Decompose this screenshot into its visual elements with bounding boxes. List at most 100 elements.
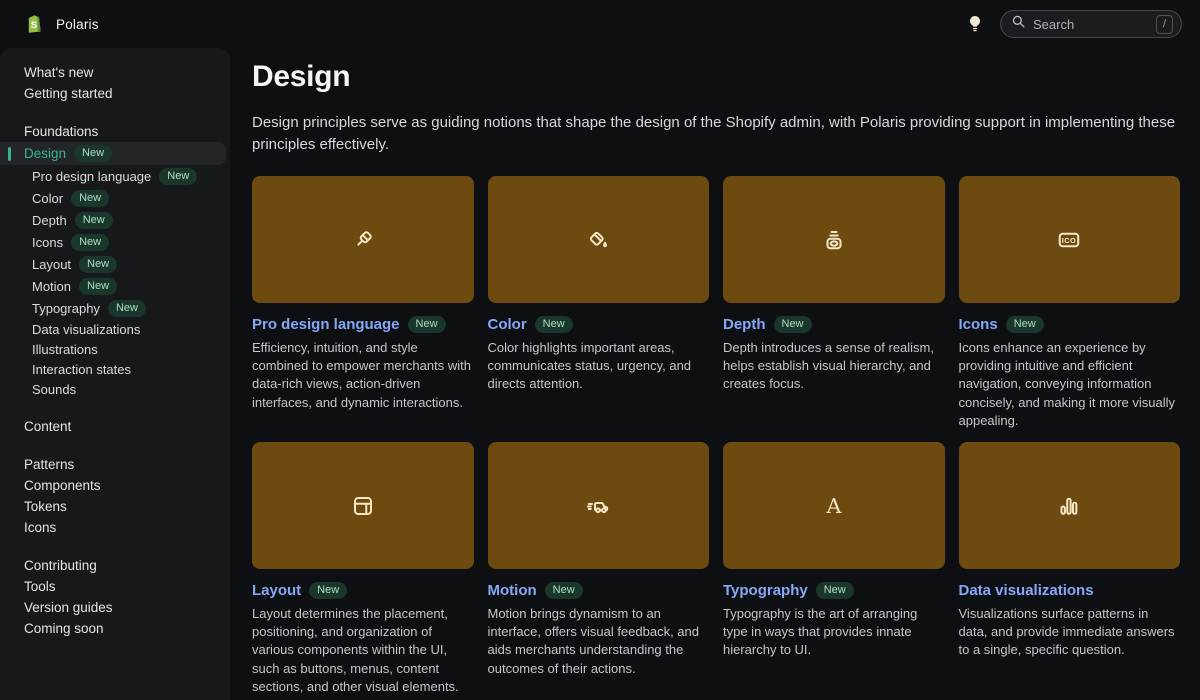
brand-name: Polaris [56,17,99,32]
new-badge: New [71,190,109,207]
sidebar-item-icons[interactable]: IconsNew [0,231,230,253]
card-data-visualizations: Data visualizationsVisualizations surfac… [959,442,1181,696]
card-title-row: Depth New [723,316,945,333]
new-badge: New [159,168,197,185]
card-link-pro-design-language[interactable]: Pro design language [252,316,400,333]
card-thumbnail-data-visualizations[interactable] [959,442,1181,569]
card-thumbnail-icons[interactable]: ICO [959,176,1181,303]
sidebar-item-label: Illustrations [32,342,98,357]
new-badge: New [75,212,113,229]
sidebar-item-label: Contributing [24,558,97,573]
card-description: Efficiency, intuition, and style combine… [252,339,474,412]
card-link-depth[interactable]: Depth [723,316,766,333]
sidebar-item-what-s-new[interactable]: What's new [0,62,230,83]
sidebar-item-label: Tokens [24,499,67,514]
sidebar-item-label: Color [32,191,63,206]
new-badge: New [774,316,812,333]
new-badge: New [816,582,854,599]
sidebar-item-contributing[interactable]: Contributing [0,555,230,576]
theme-toggle-lightbulb-icon[interactable] [968,15,982,33]
sidebar-item-label: Typography [32,301,100,316]
card-title-row: Layout New [252,582,474,599]
sidebar-item-label: Tools [24,579,56,594]
card-layout: LayoutNewLayout determines the placement… [252,442,474,696]
sidebar-item-label: Foundations [24,124,98,139]
paint-bucket-icon [583,225,613,255]
sidebar-item-tools[interactable]: Tools [0,576,230,597]
letter-a-icon: A [819,491,849,521]
search-box[interactable]: / [1000,10,1182,38]
card-thumbnail-pro-design-language[interactable] [252,176,474,303]
brand[interactable]: S Polaris [24,12,99,36]
search-icon [1011,14,1026,34]
card-title-row: ColorNew [488,316,710,333]
card-thumbnail-motion[interactable] [488,442,710,569]
sidebar-item-content[interactable]: Content [0,416,230,437]
sidebar-item-color[interactable]: Color New [0,187,230,209]
card-link-icons[interactable]: Icons [959,316,998,333]
card-title-row: Motion New [488,582,710,599]
card-thumbnail-typography[interactable]: A [723,442,945,569]
card-motion: Motion New Motion brings dynamism to an in… [488,442,710,696]
sidebar-item-motion[interactable]: MotionNew [0,275,230,297]
new-badge: New [1006,316,1044,333]
sidebar-item-label: Data visualizations [32,322,140,337]
svg-text:ICO: ICO [1062,236,1076,245]
layers-icon [819,225,849,255]
card-thumbnail-color[interactable] [488,176,710,303]
sidebar-item-version-guides[interactable]: Version guides [0,597,230,618]
card-link-data-visualizations[interactable]: Data visualizations [959,582,1094,599]
sidebar-item-label: Content [24,419,71,434]
sidebar-item-patterns[interactable]: Patterns [0,454,230,475]
layout-template-icon [348,491,378,521]
sidebar-item-components[interactable]: Components [0,475,230,496]
sidebar-item-tokens[interactable]: Tokens [0,496,230,517]
sidebar-item-sounds[interactable]: Sounds [0,379,230,399]
card-title-row: Icons New [959,316,1181,333]
new-badge: New [309,582,347,599]
card-title-row: Data visualizations [959,582,1181,599]
card-depth: Depth New Depth introduces a sense of real… [723,176,945,430]
card-color: ColorNewColor highlights important areas… [488,176,710,430]
sidebar-item-foundations[interactable]: Foundations [0,121,230,142]
new-badge: New [74,145,112,162]
sidebar-group: Foundations DesignNew Pro design language N… [0,121,230,399]
card-description: Motion brings dynamism to an interface, … [488,605,710,678]
new-badge: New [545,582,583,599]
sidebar-item-label: Layout [32,257,71,272]
sidebar-item-label: Sounds [32,382,76,397]
sidebar-item-depth[interactable]: DepthNew [0,209,230,231]
card-thumbnail-layout[interactable] [252,442,474,569]
sidebar-item-pro-design-language[interactable]: Pro design language New [0,165,230,187]
card-grid: Pro design language New Efficiency, intuit… [252,176,1180,700]
sidebar-item-layout[interactable]: Layout New [0,253,230,275]
sidebar-item-coming-soon[interactable]: Coming soon [0,618,230,639]
sidebar-item-label: Components [24,478,101,493]
card-link-typography[interactable]: Typography [723,582,808,599]
card-link-layout[interactable]: Layout [252,582,301,599]
sidebar-group: Patterns Components Tokens Icons [0,454,230,538]
sidebar-item-icons[interactable]: Icons [0,517,230,538]
new-badge: New [79,256,117,273]
new-badge: New [79,278,117,295]
search-input[interactable] [1033,17,1149,32]
sidebar-item-design[interactable]: DesignNew [0,142,226,165]
card-link-motion[interactable]: Motion [488,582,537,599]
sidebar-item-typography[interactable]: Typography New [0,297,230,319]
new-badge: New [108,300,146,317]
card-typography: ATypographyNewTypography is the art of a… [723,442,945,696]
sidebar-item-interaction-states[interactable]: Interaction states [0,359,230,379]
sidebar-item-illustrations[interactable]: Illustrations [0,339,230,359]
sidebar-group: What's new Getting started [0,62,230,104]
card-description: Depth introduces a sense of realism, hel… [723,339,945,394]
card-thumbnail-depth[interactable] [723,176,945,303]
card-link-color[interactable]: Color [488,316,527,333]
sidebar-item-data-visualizations[interactable]: Data visualizations [0,319,230,339]
sidebar-item-getting-started[interactable]: Getting started [0,83,230,104]
sidebar-item-label: Icons [32,235,63,250]
shopify-logo-icon: S [24,12,46,36]
sidebar-item-label: Pro design language [32,169,151,184]
sidebar-item-label: Interaction states [32,362,131,377]
sidebar-item-label: What's new [24,65,93,80]
search-shortcut-key: / [1156,15,1173,34]
